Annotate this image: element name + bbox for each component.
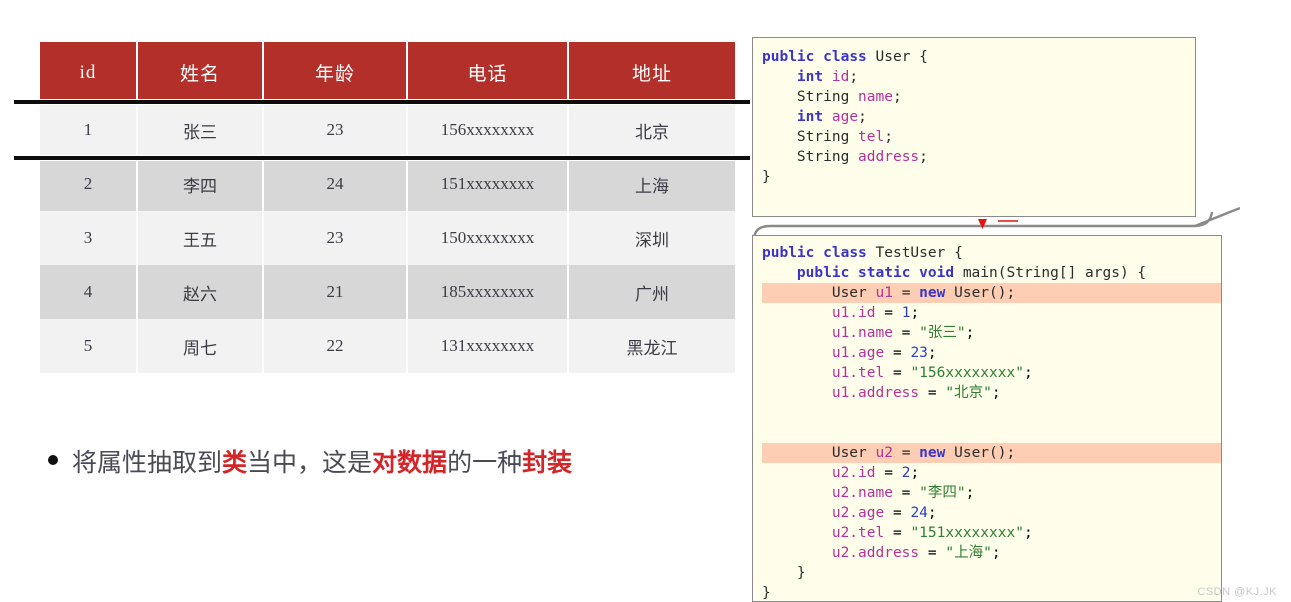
cell-name: 周七 <box>137 319 264 373</box>
code-line: u1.address = "北京"; <box>831 385 1001 401</box>
row-highlight-rule-top <box>14 99 750 105</box>
code-line: int age; <box>796 109 867 125</box>
cell-id: 5 <box>40 319 138 373</box>
column-header-name: 姓名 <box>137 42 264 103</box>
code-line: u1.age = 23; <box>831 345 937 361</box>
cell-address: 上海 <box>568 157 735 211</box>
cell-id: 4 <box>40 265 138 319</box>
cell-name: 赵六 <box>137 265 264 319</box>
code-line: public static void main(String[] args) { <box>796 265 1147 281</box>
bullet-emphasis-data: 对数据 <box>372 450 448 477</box>
table-row: 2 李四 24 151xxxxxxxx 上海 <box>40 157 735 211</box>
cell-id: 3 <box>40 211 138 265</box>
bullet-emphasis-encapsulation: 封装 <box>522 450 573 477</box>
code-line: u2.name = "李四"; <box>831 485 975 501</box>
code-line: u2.id = 2; <box>831 465 920 481</box>
code-line: public class User { <box>762 49 928 65</box>
code-line: u2.age = 24; <box>831 505 937 521</box>
code-line: int id; <box>796 69 859 85</box>
column-header-address: 地址 <box>568 42 735 103</box>
cell-age: 22 <box>263 319 408 373</box>
cell-age: 23 <box>263 211 408 265</box>
table-row: 3 王五 23 150xxxxxxxx 深圳 <box>40 211 735 265</box>
code-line: u2.tel = "151xxxxxxxx"; <box>831 525 1033 541</box>
cell-address: 北京 <box>568 103 735 157</box>
cell-tel: 156xxxxxxxx <box>407 103 569 157</box>
cell-id: 1 <box>40 103 138 157</box>
code-line-highlighted: User u2 = new User(); <box>762 443 1221 463</box>
bullet-text-part2: 当中，这是 <box>247 450 373 477</box>
cell-address: 深圳 <box>568 211 735 265</box>
cell-age: 24 <box>263 157 408 211</box>
user-data-table-wrapper: id 姓名 年龄 电话 地址 1 张三 23 156xxxxxxxx 北京 2 … <box>40 42 735 373</box>
cell-address: 黑龙江 <box>568 319 735 373</box>
cell-age: 23 <box>263 103 408 157</box>
cell-name: 张三 <box>137 103 264 157</box>
cell-tel: 151xxxxxxxx <box>407 157 569 211</box>
column-header-tel: 电话 <box>407 42 569 103</box>
code-line: } <box>762 585 771 601</box>
cell-tel: 185xxxxxxxx <box>407 265 569 319</box>
cell-age: 21 <box>263 265 408 319</box>
code-line: String address; <box>796 149 928 165</box>
column-header-id: id <box>40 42 138 103</box>
table-row: 1 张三 23 156xxxxxxxx 北京 <box>40 103 735 157</box>
cell-tel: 131xxxxxxxx <box>407 319 569 373</box>
code-line: u2.address = "上海"; <box>831 545 1001 561</box>
bullet-text-part1: 将属性抽取到 <box>72 450 223 477</box>
table-row: 5 周七 22 131xxxxxxxx 黑龙江 <box>40 319 735 373</box>
code-line: u1.tel = "156xxxxxxxx"; <box>831 365 1033 381</box>
table-row: 4 赵六 21 185xxxxxxxx 广州 <box>40 265 735 319</box>
bullet-annotation: 将属性抽取到 类 当中，这是 对数据 的一种 封装 <box>48 443 572 479</box>
code-line: } <box>796 565 806 581</box>
bullet-text-part3: 的一种 <box>447 450 523 477</box>
code-line: String tel; <box>796 129 893 145</box>
column-header-age: 年龄 <box>263 42 408 103</box>
bullet-dot-icon <box>48 455 58 465</box>
watermark-label: CSDN @KJ.JK <box>1197 586 1277 598</box>
cell-tel: 150xxxxxxxx <box>407 211 569 265</box>
user-data-table: id 姓名 年龄 电话 地址 1 张三 23 156xxxxxxxx 北京 2 … <box>40 42 735 373</box>
cell-name: 王五 <box>137 211 264 265</box>
code-block-user-class: public class User { int id; String name;… <box>752 37 1196 217</box>
code-line: u1.id = 1; <box>831 305 920 321</box>
code-line: String name; <box>796 89 902 105</box>
bullet-emphasis-class: 类 <box>222 450 248 477</box>
code-line-highlighted: User u1 = new User(); <box>762 283 1221 303</box>
code-block-test-user: public class TestUser { public static vo… <box>752 235 1222 602</box>
cell-address: 广州 <box>568 265 735 319</box>
code-line: } <box>762 169 771 185</box>
cell-name: 李四 <box>137 157 264 211</box>
cell-id: 2 <box>40 157 138 211</box>
table-header-row: id 姓名 年龄 电话 地址 <box>40 42 735 103</box>
row-highlight-rule-bottom <box>14 155 750 161</box>
code-line: u1.name = "张三"; <box>831 325 975 341</box>
code-line: public class TestUser { <box>762 245 963 261</box>
